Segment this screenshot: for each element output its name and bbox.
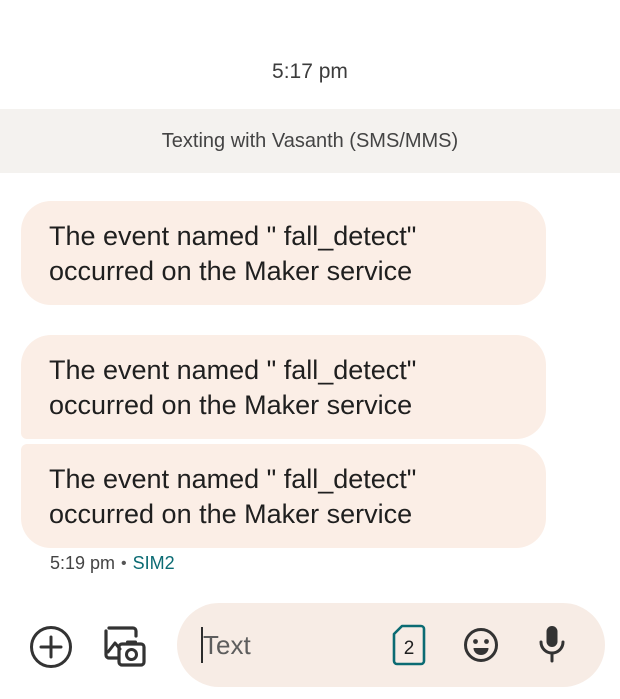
message-text: occurred on the Maker service: [49, 390, 413, 420]
gallery-icon: [104, 626, 146, 667]
message-time: 5:19 pm: [50, 553, 116, 573]
sim-select-button[interactable]: 2: [392, 624, 426, 666]
message-text: The event named " fall_detect": [49, 355, 417, 385]
sim-card-icon: 2: [392, 624, 426, 666]
message-meta: 5:19 pm • SIM2: [50, 553, 175, 574]
message-input[interactable]: [199, 625, 373, 665]
sim-number: 2: [404, 638, 415, 659]
message-text: occurred on the Maker service: [49, 256, 413, 286]
gallery-button[interactable]: [100, 622, 148, 670]
compose-bar: 2: [177, 603, 605, 687]
add-attachment-button[interactable]: [28, 624, 74, 670]
message-bubble[interactable]: The event named " fall_detect" occurred …: [21, 201, 546, 305]
voice-input-button[interactable]: [537, 624, 567, 664]
emoji-button[interactable]: [463, 627, 499, 663]
emoji-icon: [464, 628, 498, 662]
message-text: The event named " fall_detect": [49, 221, 417, 251]
conversation-banner: Texting with Vasanth (SMS/MMS): [0, 109, 620, 173]
message-bubble[interactable]: The event named " fall_detect" occurred …: [21, 444, 546, 548]
conversation-timestamp: 5:17 pm: [272, 60, 348, 83]
add-icon: [30, 626, 72, 668]
message-bubble[interactable]: The event named " fall_detect" occurred …: [21, 335, 546, 439]
meta-separator: •: [121, 554, 127, 572]
sim-label: SIM2: [132, 553, 175, 573]
mic-icon: [539, 626, 565, 663]
message-text: The event named " fall_detect": [49, 464, 417, 494]
text-caret: [201, 627, 203, 663]
message-text: occurred on the Maker service: [49, 499, 413, 529]
